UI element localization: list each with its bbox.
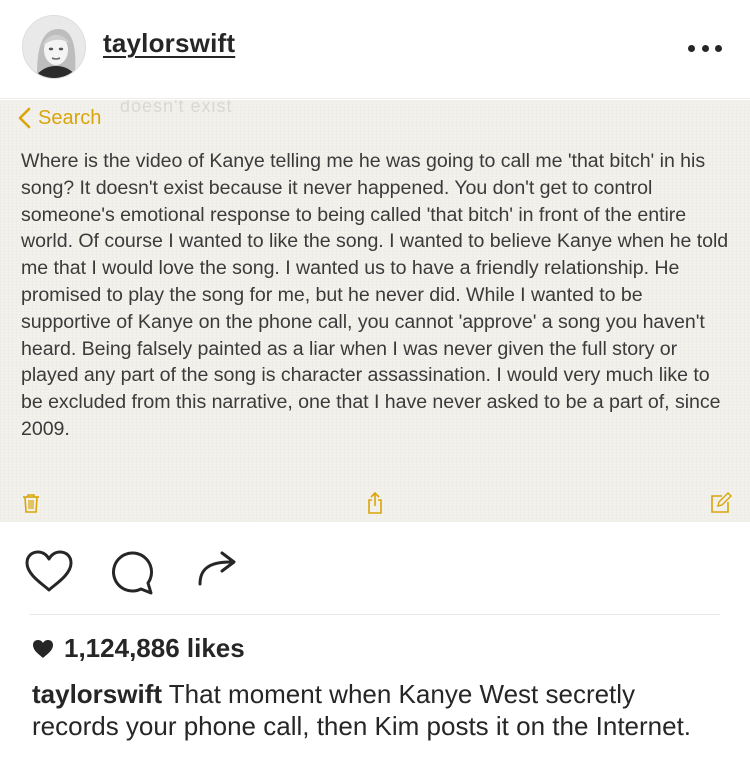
more-horizontal-icon-dot: [715, 44, 722, 52]
post-caption: taylorswift That moment when Kanye West …: [32, 678, 722, 742]
notes-back-label: Search: [38, 106, 102, 129]
share-arrow-icon[interactable]: [196, 548, 240, 588]
notes-back-button: Search: [14, 106, 101, 130]
post-username[interactable]: taylorswift: [103, 28, 235, 59]
likes-count: 1,124,886 likes: [64, 633, 245, 663]
caption-username[interactable]: taylorswift: [32, 679, 162, 709]
post-image-notes-screenshot[interactable]: doesn't exist Search Where is the video …: [0, 100, 750, 522]
heart-icon[interactable]: [24, 550, 74, 594]
note-text: Where is the video of Kanye telling me h…: [21, 150, 729, 440]
avatar-photo: [23, 16, 85, 78]
more-options-button[interactable]: [688, 38, 722, 58]
post-header: taylorswift: [0, 0, 750, 99]
more-horizontal-icon: [688, 44, 695, 52]
chevron-left-icon: [18, 107, 31, 129]
actions-divider: [30, 614, 720, 615]
likes-heart-icon: [33, 639, 53, 658]
note-ghost-header: doesn't exist: [120, 100, 233, 116]
more-horizontal-icon-dot: [701, 44, 709, 52]
compose-icon: [711, 492, 732, 513]
avatar[interactable]: [22, 15, 86, 79]
share-icon: [368, 492, 382, 514]
comment-icon[interactable]: [108, 550, 154, 596]
post-actions: [0, 522, 750, 616]
likes-row[interactable]: 1,124,886 likes: [32, 633, 245, 664]
trash-icon: [23, 494, 39, 513]
